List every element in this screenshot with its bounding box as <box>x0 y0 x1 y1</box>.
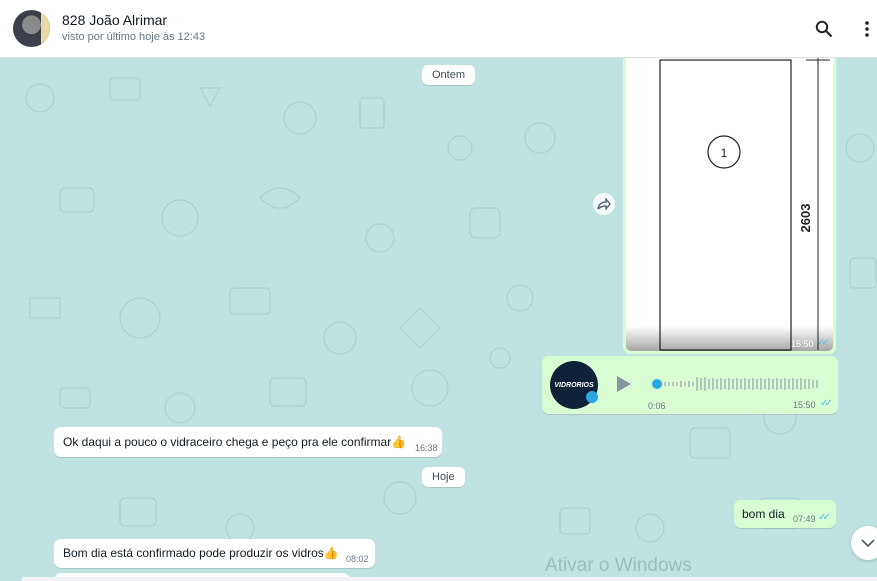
more-vertical-icon[interactable] <box>855 17 877 41</box>
message-time: 07:49 <box>793 514 816 524</box>
audio-waveform[interactable] <box>652 376 822 395</box>
play-icon[interactable] <box>615 374 633 397</box>
message-bubble-incoming[interactable]: Bom dia está confirmado pode produzir os… <box>54 539 375 568</box>
message-bubble-incoming[interactable]: Ok daqui a pouco o vidraceiro chega e pe… <box>54 427 442 457</box>
voice-duration: 0:06 <box>648 401 666 411</box>
date-separator-ontem: Ontem <box>422 65 476 85</box>
read-receipt-icon: ✓✓ <box>820 398 833 409</box>
message-time: 08:02 <box>346 554 369 564</box>
chevron-down-icon <box>861 538 875 547</box>
date-separator-hoje: Hoje <box>422 467 465 487</box>
message-text: Ok daqui a pouco o vidraceiro chega e pe… <box>63 435 407 449</box>
last-seen-status: visto por último hoje às 12:43 <box>62 31 206 43</box>
voice-avatar-logo: VIDRORIOS <box>554 381 594 389</box>
forward-icon[interactable] <box>593 193 615 215</box>
scroll-down-button[interactable] <box>851 526 877 560</box>
message-list[interactable]: 1 2603 15:50 ✓✓ Ontem VIDRORIOS 0:06 15:… <box>0 58 877 581</box>
drawing-dimension-label: 2603 <box>798 204 813 233</box>
message-time: 16:38 <box>415 443 438 453</box>
image-drawing[interactable]: 1 2603 <box>626 58 833 351</box>
composer-edge <box>22 577 877 581</box>
message-time: 15:50 <box>791 339 814 349</box>
avatar[interactable] <box>13 10 50 47</box>
message-bubble-outgoing[interactable]: bom dia 07:49 ✓✓ <box>734 500 836 528</box>
windows-activation-watermark: Ativar o Windows <box>545 555 692 576</box>
message-text: bom dia <box>742 507 785 521</box>
voice-message[interactable]: VIDRORIOS 0:06 15:50 ✓✓ <box>542 356 838 414</box>
read-receipt-icon: ✓✓ <box>817 337 830 348</box>
drawing-circle-label: 1 <box>721 146 728 160</box>
message-time: 15:50 <box>793 400 816 410</box>
search-icon[interactable] <box>812 17 836 41</box>
message-text: Bom dia está confirmado pode produzir os… <box>63 546 339 560</box>
read-receipt-icon: ✓✓ <box>818 512 831 523</box>
microphone-icon <box>586 391 598 403</box>
chat-header: 828 João Alrimar visto por último hoje à… <box>0 0 877 58</box>
contact-name[interactable]: 828 João Alrimar <box>62 12 167 28</box>
image-message[interactable]: 1 2603 15:50 ✓✓ <box>623 58 836 354</box>
